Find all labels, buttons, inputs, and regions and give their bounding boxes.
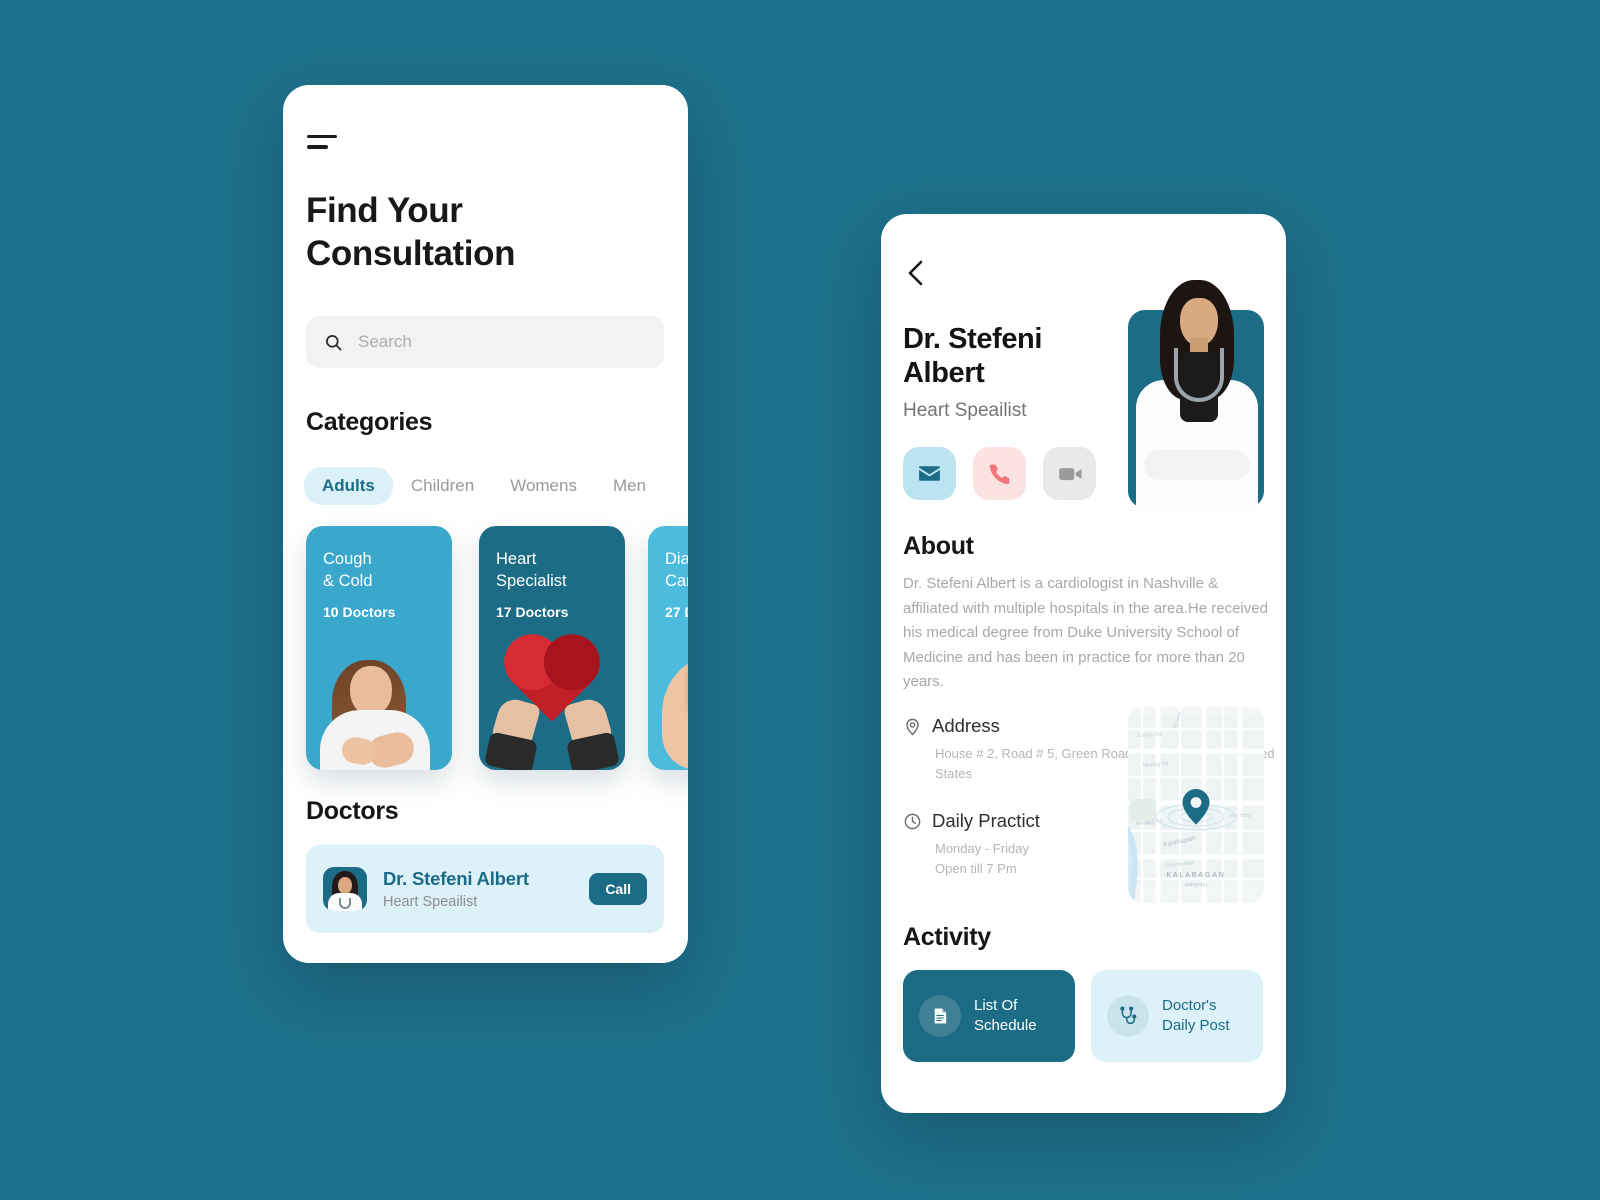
- mail-icon: [919, 466, 940, 481]
- doctor-name: Dr. Stefeni Albert: [903, 323, 1043, 390]
- phone-icon: [989, 464, 1009, 484]
- tab-men[interactable]: Men: [595, 467, 664, 505]
- category-card[interactable]: DiabetesCare 27 Doctors 150: [648, 526, 688, 770]
- category-card-list: Cough & Cold 10 Doctors Heart Specialist 1…: [283, 526, 688, 776]
- page-title: Find Your Consultation: [306, 191, 516, 273]
- svg-text:KALABAGAN: KALABAGAN: [1166, 870, 1225, 879]
- practice-title: Daily Practict: [932, 810, 1040, 831]
- list-item[interactable]: Dr. Stefeni Albert Heart Speailist Call: [306, 845, 664, 933]
- practice-value: Monday - Friday Open till 7 Pm: [935, 841, 1029, 877]
- avatar: [323, 867, 367, 911]
- hamburger-line-top: [307, 135, 337, 139]
- search-input[interactable]: [358, 332, 646, 352]
- search-icon: [326, 334, 342, 350]
- email-action[interactable]: [903, 447, 956, 500]
- doctor-portrait-photo: [1128, 280, 1264, 508]
- search-bar[interactable]: [306, 316, 664, 368]
- category-tabs: Adults Children Womens Men: [304, 467, 684, 505]
- call-button[interactable]: Call: [589, 873, 647, 905]
- category-card-title: Cough & Cold: [323, 550, 373, 591]
- categories-heading: Categories: [306, 408, 433, 436]
- stethoscope-icon-wrap: [1107, 995, 1149, 1037]
- svg-text:53-1: 53-1: [1146, 821, 1156, 826]
- hamburger-icon[interactable]: [307, 135, 341, 151]
- tab-children[interactable]: Children: [393, 467, 492, 505]
- doctor-specialty: Heart Speailist: [383, 894, 478, 910]
- doctor-name: Dr. Stefeni Albert: [383, 868, 529, 889]
- activity-label: Doctor's Daily Post: [1162, 997, 1230, 1034]
- list-of-schedule-button[interactable]: List Of Schedule: [903, 970, 1075, 1062]
- practice-hours-section: Daily Practict Monday - Friday Open till …: [903, 810, 1040, 879]
- about-text: Dr. Stefeni Albert is a cardiologist in …: [903, 575, 1268, 691]
- location-pin-icon: [906, 718, 919, 735]
- call-action[interactable]: [973, 447, 1026, 500]
- document-list-icon: [934, 1008, 947, 1024]
- hamburger-line-bottom: [307, 145, 328, 149]
- tab-womens[interactable]: Womens: [492, 467, 595, 505]
- category-card-title: DiabetesCare: [665, 550, 688, 591]
- category-card[interactable]: Heart Specialist 17 Doctors: [479, 526, 625, 770]
- chevron-left-icon: [908, 260, 923, 286]
- video-icon: [1058, 467, 1081, 480]
- doctor-info: Dr. Stefeni Albert Heart Speailist: [383, 868, 589, 910]
- back-button[interactable]: [901, 258, 931, 288]
- document-list-icon-wrap: [919, 995, 961, 1037]
- glucometer-in-hand-photo: 150: [648, 615, 688, 770]
- category-card[interactable]: Cough & Cold 10 Doctors: [306, 526, 452, 770]
- woman-coughing-photo: [306, 615, 452, 770]
- location-map[interactable]: Colony Rd Rd lane Tallabag Rd Nanated Rd…: [1128, 707, 1264, 903]
- svg-text:uare Hosp: uare Hosp: [1228, 813, 1251, 819]
- clock-icon: [904, 813, 921, 829]
- doctor-profile-screen: Dr. Stefeni Albert Heart Speailist About…: [881, 214, 1286, 1113]
- contact-actions: [903, 447, 1096, 500]
- doctors-daily-post-button[interactable]: Doctor's Daily Post: [1091, 970, 1263, 1062]
- activity-card-list: List Of Schedule Doctor's Daily Post: [903, 970, 1263, 1062]
- doctors-heading: Doctors: [306, 797, 399, 825]
- stethoscope-icon: [1119, 1006, 1136, 1024]
- category-card-title: Heart Specialist: [496, 550, 567, 591]
- find-consultation-screen: Find Your Consultation Categories Adults…: [283, 85, 688, 963]
- activity-label: List Of Schedule: [974, 997, 1037, 1034]
- svg-text:কলাবাগান: কলাবাগান: [1183, 883, 1208, 889]
- tab-adults[interactable]: Adults: [304, 467, 393, 505]
- video-action[interactable]: [1043, 447, 1096, 500]
- doctor-specialty: Heart Speailist: [903, 400, 1027, 421]
- activity-heading: Activity: [903, 923, 991, 951]
- address-title: Address: [932, 715, 1000, 736]
- about-heading: About: [903, 532, 974, 560]
- hands-holding-heart-photo: [479, 615, 625, 770]
